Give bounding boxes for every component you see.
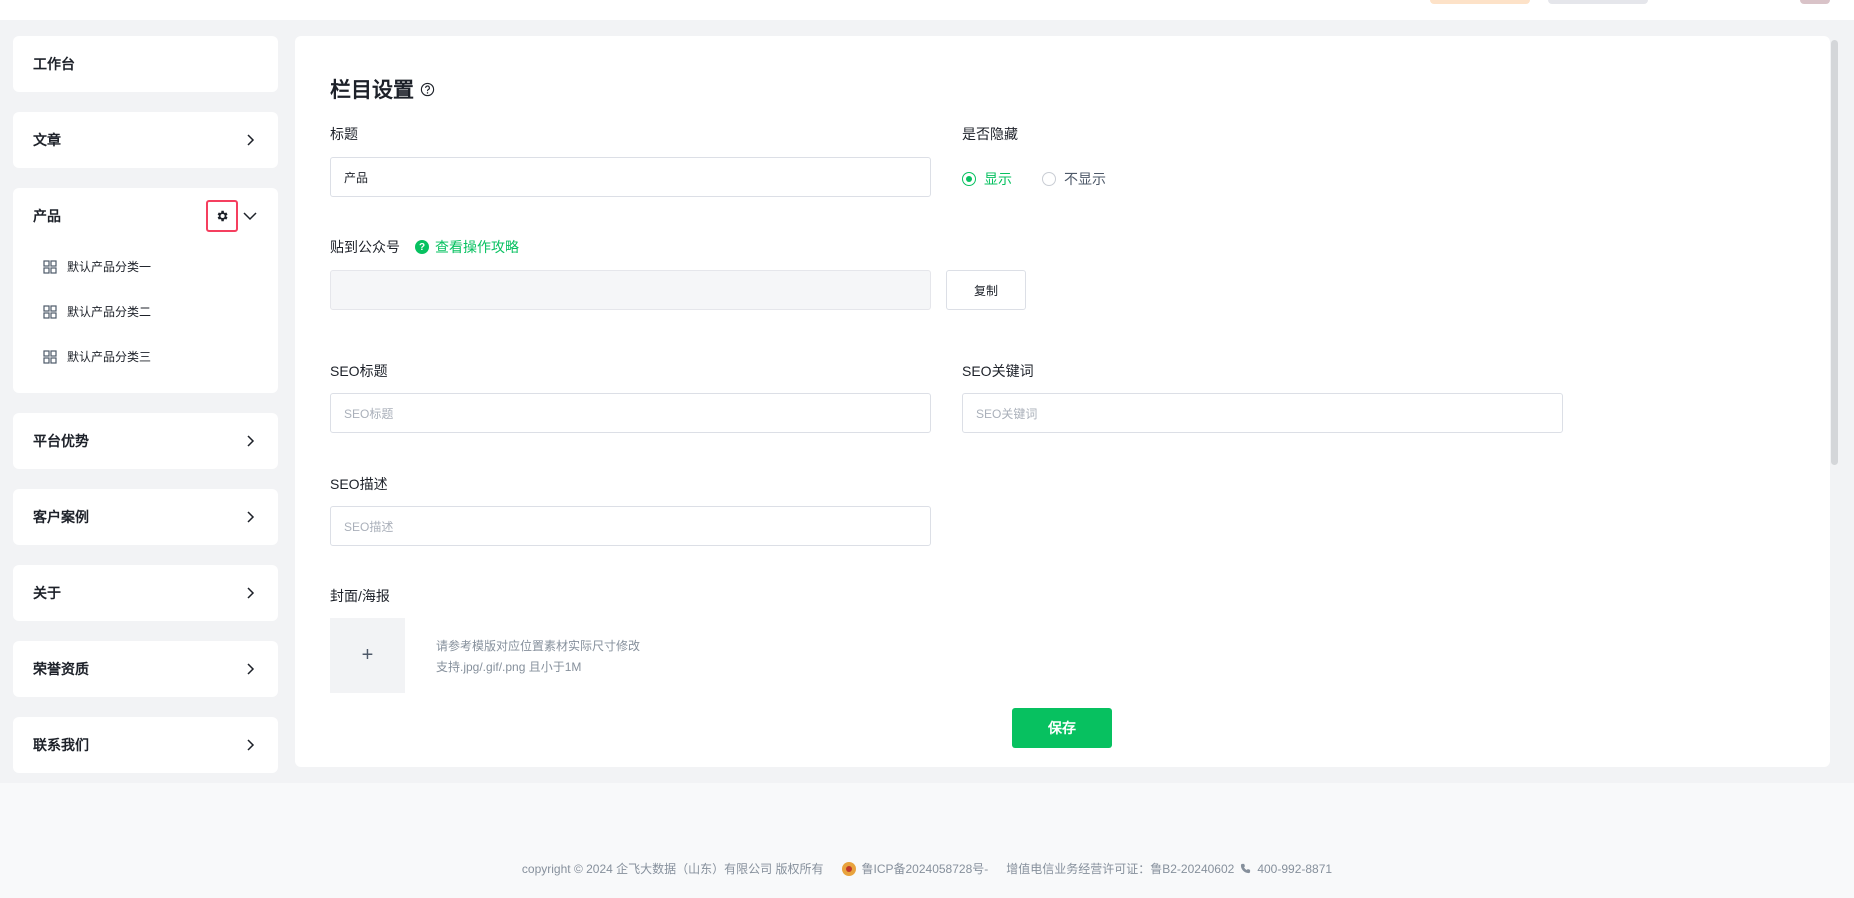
grid-icon xyxy=(43,304,57,319)
sidebar-item-label: 客户案例 xyxy=(33,509,89,525)
hidden-label: 是否隐藏 xyxy=(962,126,1018,142)
sidebar-item-label: 关于 xyxy=(33,585,61,601)
chevron-right-icon[interactable] xyxy=(242,585,258,601)
sidebar-item-honors[interactable]: 荣誉资质 xyxy=(13,641,278,697)
chevron-right-icon[interactable] xyxy=(242,132,258,148)
sidebar-item-label: 产品 xyxy=(33,208,61,224)
sidebar-item-advantages[interactable]: 平台优势 xyxy=(13,413,278,469)
police-badge-icon xyxy=(841,861,856,876)
sidebar-item-label: 工作台 xyxy=(33,56,75,72)
list-item-label: 默认产品分类一 xyxy=(67,260,152,274)
list-item[interactable]: 默认产品分类一 xyxy=(33,244,258,289)
title-input[interactable]: 产品 xyxy=(330,157,931,197)
page-title-text: 栏目设置 xyxy=(330,79,414,102)
title-label: 标题 xyxy=(330,126,358,142)
help-icon[interactable] xyxy=(420,82,435,97)
avatar[interactable] xyxy=(1800,0,1830,4)
sidebar-item-articles[interactable]: 文章 xyxy=(13,112,278,168)
sidebar-item-products[interactable]: 产品 默认产品分类一 默认产品分类二 默认产品分类三 xyxy=(13,188,278,393)
radio-show-label: 显示 xyxy=(984,171,1012,187)
seo-desc-label: SEO描述 xyxy=(330,476,388,492)
sidebar-item-workbench[interactable]: 工作台 xyxy=(13,36,278,92)
column-settings-panel: 栏目设置 标题 产品 是否隐藏 显示 不显示 贴到公众号 ? 查看操作攻略 复制… xyxy=(295,36,1830,767)
sidebar-item-label: 荣誉资质 xyxy=(33,661,89,677)
cover-hint-size: 请参考模版对应位置素材实际尺寸修改 xyxy=(436,639,641,653)
chevron-right-icon[interactable] xyxy=(242,661,258,677)
cover-label: 封面/海报 xyxy=(330,588,390,604)
sidebar-item-label: 联系我们 xyxy=(33,737,89,753)
plus-icon: + xyxy=(361,644,374,666)
license-text: 增值电信业务经营许可证：鲁B2-20240602 xyxy=(1006,862,1235,876)
gear-icon xyxy=(217,210,228,222)
list-item[interactable]: 默认产品分类二 xyxy=(33,289,258,334)
chevron-right-icon[interactable] xyxy=(242,509,258,525)
radio-hide-label: 不显示 xyxy=(1064,171,1106,187)
top-bar xyxy=(0,0,1854,20)
radio-show[interactable]: 显示 xyxy=(962,169,1012,189)
phone-icon xyxy=(1241,863,1251,874)
seo-keywords-label: SEO关键词 xyxy=(962,363,1034,379)
list-item-label: 默认产品分类三 xyxy=(67,350,152,364)
wechat-label: 贴到公众号 xyxy=(330,239,400,255)
footer: copyright © 2024 企飞大数据（山东）有限公司 版权所有 鲁ICP… xyxy=(0,783,1854,898)
sidebar: 工作台 文章 产品 默认产品分类一 默认产品分类二 默认产品分类三 平台优势 客… xyxy=(13,36,278,793)
phone-number: 400-992-8871 xyxy=(1257,861,1333,876)
seo-keywords-input[interactable]: SEO关键词 xyxy=(962,393,1563,433)
cover-hint-format: 支持.jpg/.gif/.png 且小于1M xyxy=(436,660,582,674)
save-button[interactable]: 保存 xyxy=(1012,708,1112,748)
question-icon: ? xyxy=(415,240,429,254)
top-button-blob[interactable] xyxy=(1548,0,1648,4)
seo-title-label: SEO标题 xyxy=(330,363,388,379)
radio-unchecked-icon xyxy=(1042,172,1056,186)
sidebar-item-label: 平台优势 xyxy=(33,433,89,449)
page-title: 栏目设置 xyxy=(330,74,435,104)
scrollbar[interactable] xyxy=(1831,40,1838,465)
visibility-radio-group: 显示 不显示 xyxy=(962,169,1106,189)
list-item-label: 默认产品分类二 xyxy=(67,305,152,319)
icp-link[interactable]: 鲁ICP备2024058728号- xyxy=(862,860,989,877)
sidebar-item-label: 文章 xyxy=(33,132,61,148)
grid-icon xyxy=(43,259,57,274)
cover-upload-button[interactable]: + xyxy=(330,618,405,693)
seo-title-input[interactable]: SEO标题 xyxy=(330,393,931,433)
sidebar-item-cases[interactable]: 客户案例 xyxy=(13,489,278,545)
top-banner-blob[interactable] xyxy=(1430,0,1530,4)
sidebar-item-contact[interactable]: 联系我们 xyxy=(13,717,278,773)
chevron-right-icon[interactable] xyxy=(242,433,258,449)
radio-hide[interactable]: 不显示 xyxy=(1042,169,1106,189)
chevron-right-icon[interactable] xyxy=(242,737,258,753)
seo-desc-input[interactable]: SEO描述 xyxy=(330,506,931,546)
grid-icon xyxy=(43,349,57,364)
guide-link-text: 查看操作攻略 xyxy=(435,239,519,255)
radio-checked-icon xyxy=(962,172,976,186)
product-category-list: 默认产品分类一 默认产品分类二 默认产品分类三 xyxy=(33,244,258,393)
copyright-text: copyright © 2024 企飞大数据（山东）有限公司 版权所有 xyxy=(521,862,824,876)
list-item[interactable]: 默认产品分类三 xyxy=(33,334,258,379)
guide-link[interactable]: ? 查看操作攻略 xyxy=(415,237,519,257)
chevron-down-icon[interactable] xyxy=(242,208,258,224)
sidebar-item-about[interactable]: 关于 xyxy=(13,565,278,621)
wechat-link-field[interactable] xyxy=(330,270,931,310)
copy-button[interactable]: 复制 xyxy=(946,270,1026,310)
settings-button[interactable] xyxy=(206,200,238,232)
